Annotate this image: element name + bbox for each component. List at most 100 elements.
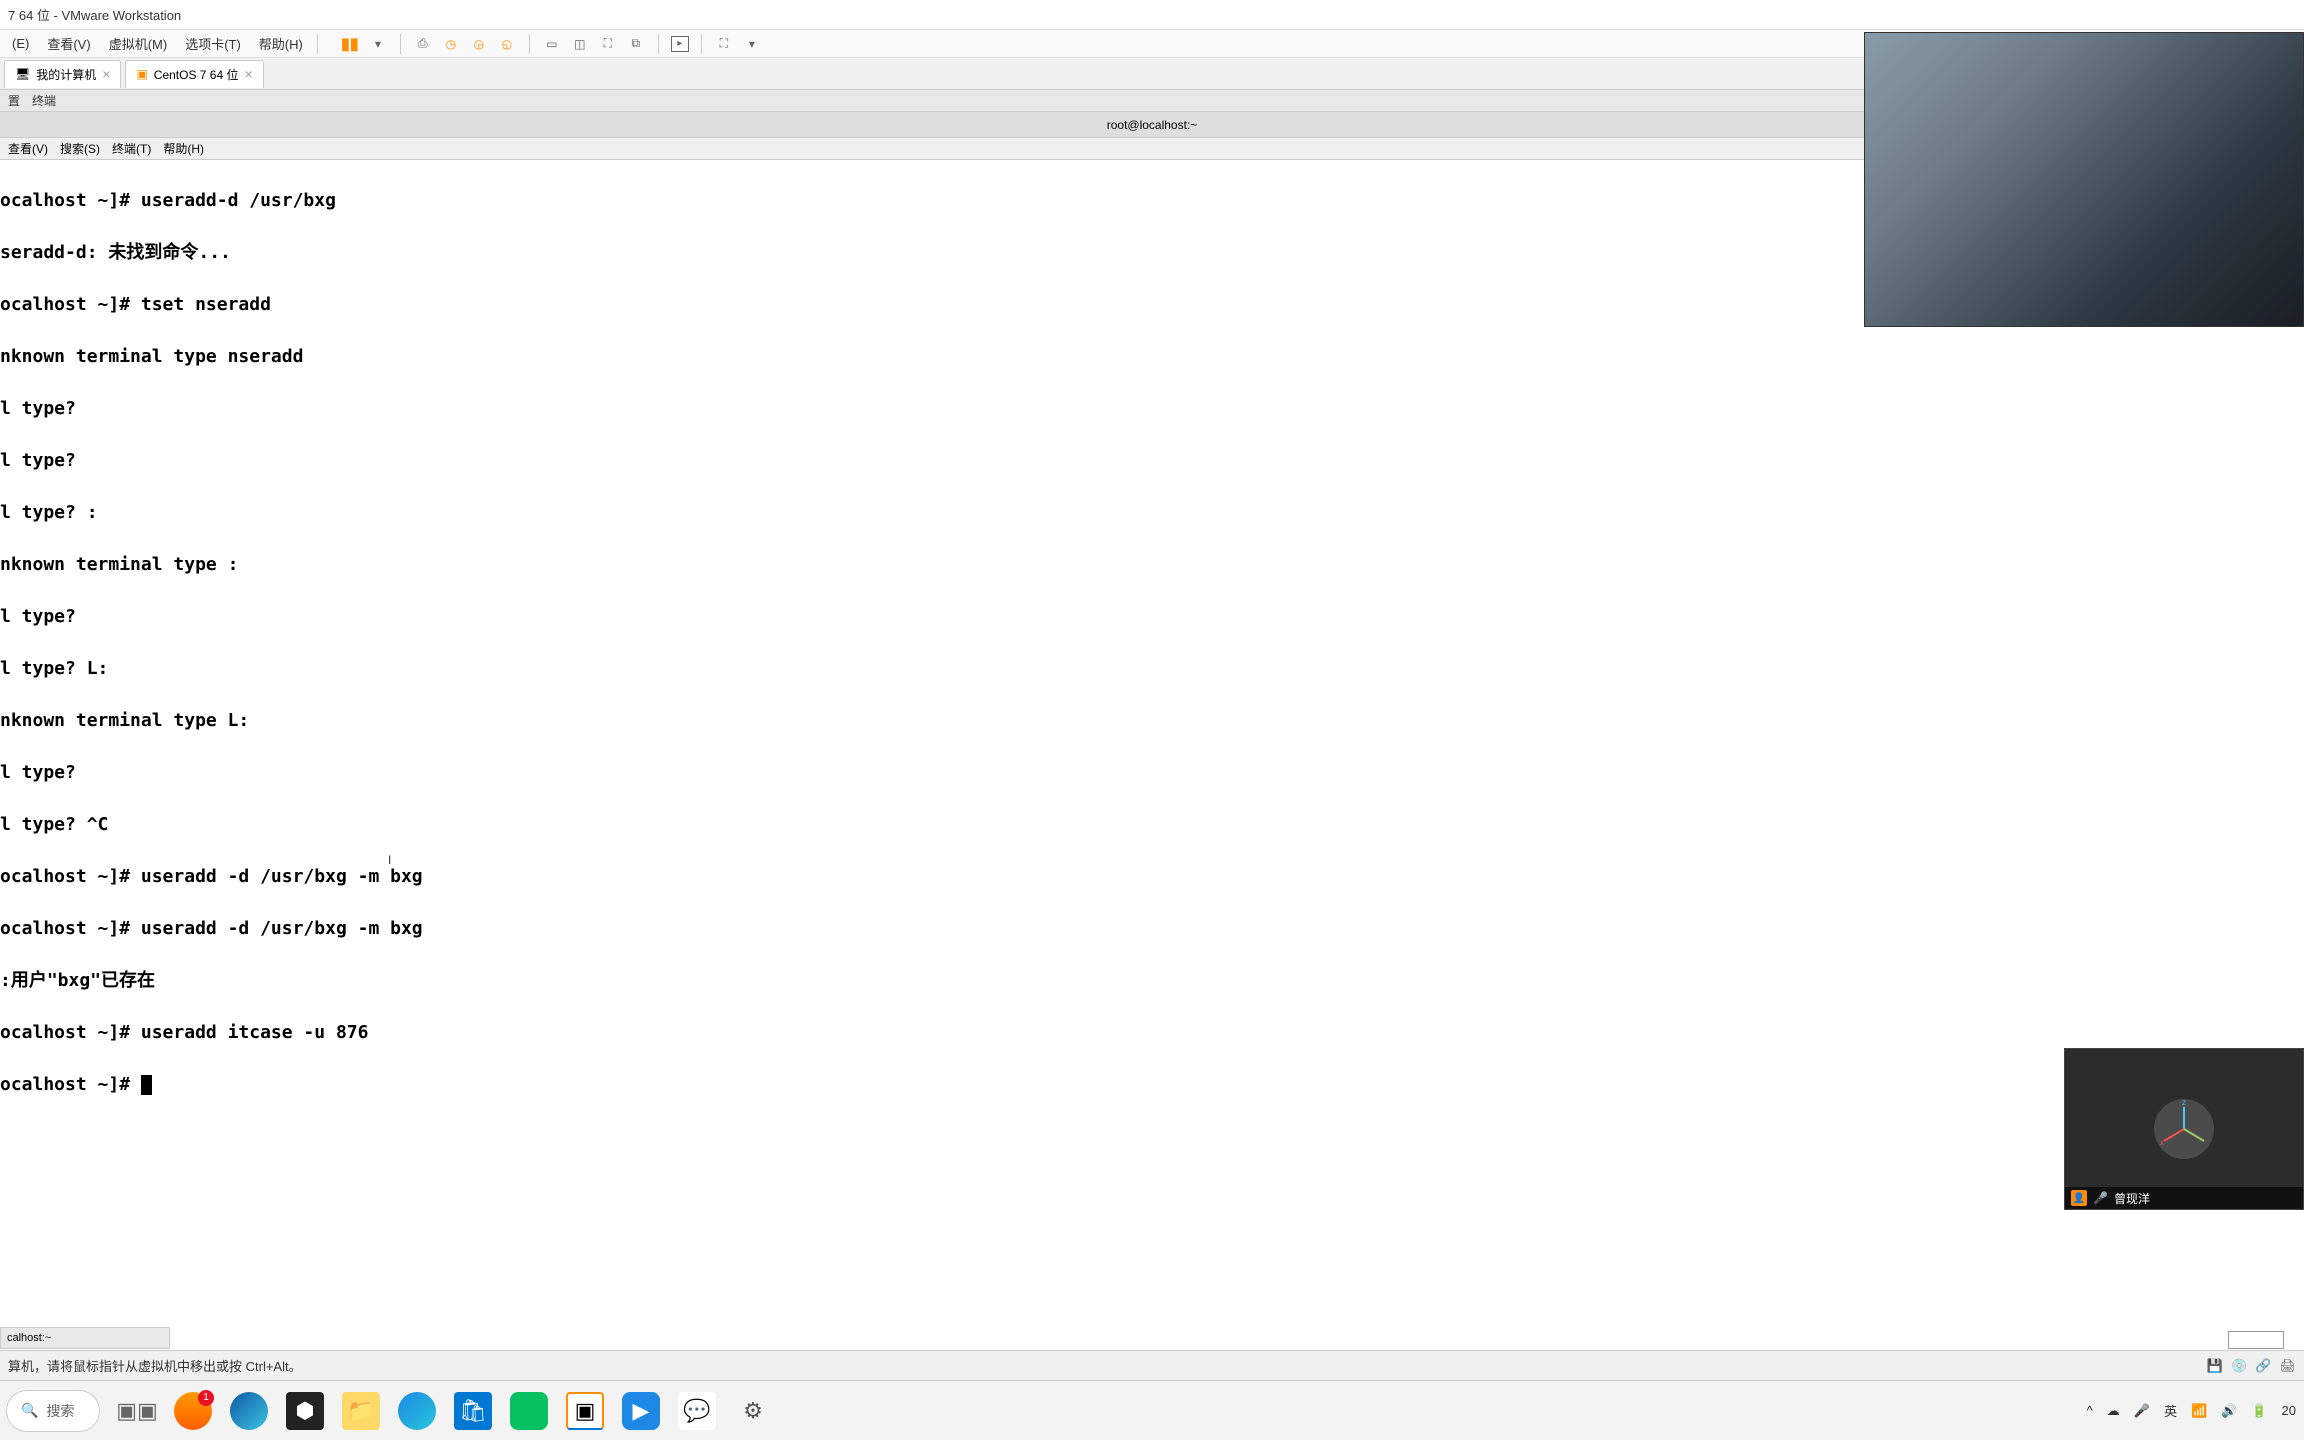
statusbar: 算机，请将鼠标指针从虚拟机中移出或按 Ctrl+Alt。 💾 💿 🔗 🖨 <box>0 1350 2304 1380</box>
term-menu-view[interactable]: 查看(V) <box>8 140 48 157</box>
close-icon[interactable]: × <box>245 66 253 82</box>
battery-icon[interactable]: 🔋 <box>2251 1403 2267 1419</box>
taskbar: 🔍 搜索 ▣▣ ⬢ 📁 🛍 ▣ ▶ 💬 ⚙ ^ ☁ 🎤 英 📶 🔊 🔋 20 <box>0 1380 2304 1440</box>
dropdown-icon[interactable]: ▾ <box>368 34 388 54</box>
svg-text:x: x <box>2160 1138 2164 1147</box>
meeting-icon[interactable]: ▶ <box>622 1392 660 1430</box>
printer-icon[interactable]: 🖨 <box>2279 1358 2296 1374</box>
term-menu-terminal[interactable]: 终端(T) <box>112 140 151 157</box>
view-exit-icon[interactable]: ⧉ <box>626 34 646 54</box>
terminal-line: l type? <box>0 448 2304 474</box>
menu-tabs[interactable]: 选项卡(T) <box>177 30 249 57</box>
terminal-line: nknown terminal type : <box>0 552 2304 578</box>
onedrive-icon[interactable]: ☁ <box>2107 1403 2120 1419</box>
search-placeholder: 搜索 <box>46 1401 74 1421</box>
view-unity-icon[interactable]: ⛶ <box>598 34 618 54</box>
axis-widget-icon: z x <box>2154 1099 2214 1159</box>
taskbar-apps: ▣▣ ⬢ 📁 🛍 ▣ ▶ 💬 ⚙ <box>118 1392 772 1430</box>
terminal-line: :用户"bxg"已存在 <box>0 968 2304 994</box>
view-single-icon[interactable]: ▭ <box>542 34 562 54</box>
separator <box>529 34 530 54</box>
svg-text:z: z <box>2182 1099 2186 1107</box>
pause-icon[interactable]: ▮▮ <box>340 34 360 54</box>
edge-icon[interactable] <box>230 1392 268 1430</box>
terminal-line: ocalhost ~]# useradd -d /usr/bxg -m bxg <box>0 864 2304 890</box>
tab-label: CentOS 7 64 位 <box>154 66 239 83</box>
window-titlebar: 7 64 位 - VMware Workstation <box>0 0 2304 30</box>
terminal-line: l type? <box>0 760 2304 786</box>
menu-edit[interactable]: (E) <box>4 32 37 55</box>
ime-indicator[interactable]: 英 <box>2164 1401 2177 1420</box>
terminal-line: nknown terminal type L: <box>0 708 2304 734</box>
terminal-line: l type? <box>0 396 2304 422</box>
search-box[interactable]: 🔍 搜索 <box>6 1390 100 1432</box>
settings-icon[interactable]: ⚙ <box>734 1392 772 1430</box>
submenu-item[interactable]: 终端 <box>32 92 56 109</box>
edge-dev-icon[interactable] <box>398 1392 436 1430</box>
close-icon[interactable]: × <box>102 66 110 82</box>
send-icon[interactable]: ⎙ <box>413 34 433 54</box>
terminal-line: ocalhost ~]# <box>0 1072 2304 1098</box>
search-icon: 🔍 <box>21 1402 38 1419</box>
toolbar: ▮▮ ▾ ⎙ ◷ ◶ ◵ ▭ ◫ ⛶ ⧉ ▸ ⛶ ▾ <box>340 34 762 54</box>
submenu-item[interactable]: 置 <box>8 92 20 109</box>
tab-home[interactable]: 🖥 我的计算机 × <box>4 60 121 88</box>
app-icon[interactable] <box>174 1392 212 1430</box>
revert-icon[interactable]: ◵ <box>497 34 517 54</box>
dropdown-icon[interactable]: ▾ <box>742 34 762 54</box>
terminal-cursor <box>141 1075 152 1095</box>
monitor-icon: 🖥 <box>15 67 30 81</box>
vmware-icon[interactable]: ▣ <box>566 1392 604 1430</box>
console-icon[interactable]: ▸ <box>671 36 689 52</box>
tab-vm[interactable]: ▣ CentOS 7 64 位 × <box>125 60 263 88</box>
separator <box>400 34 401 54</box>
terminal-line: l type? ^C <box>0 812 2304 838</box>
volume-icon[interactable]: 🔊 <box>2221 1403 2237 1419</box>
wifi-icon[interactable]: 📶 <box>2191 1403 2207 1419</box>
menu-view[interactable]: 查看(V) <box>39 30 98 57</box>
view-split-icon[interactable]: ◫ <box>570 34 590 54</box>
cd-icon[interactable]: 💿 <box>2231 1358 2247 1374</box>
bottom-tab-label: calhost:~ <box>7 1332 51 1344</box>
bottom-tab[interactable]: calhost:~ <box>0 1327 170 1349</box>
terminal-title-text: root@localhost:~ <box>1107 118 1198 132</box>
menu-help[interactable]: 帮助(H) <box>251 30 311 57</box>
terminal-line: nknown terminal type nseradd <box>0 344 2304 370</box>
terminal-line: l type? : <box>0 500 2304 526</box>
mic-icon[interactable]: 🎤 <box>2134 1403 2150 1419</box>
mic-icon: 🎤 <box>2093 1191 2108 1205</box>
vm-icon: ▣ <box>136 67 147 81</box>
fullscreen-icon[interactable]: ⛶ <box>714 34 734 54</box>
terminal-line: ocalhost ~]# useradd itcase -u 876 <box>0 1020 2304 1046</box>
app-icon[interactable]: ⬢ <box>286 1392 324 1430</box>
text-cursor-icon: I <box>388 853 390 871</box>
store-icon[interactable]: 🛍 <box>454 1392 492 1430</box>
separator <box>701 34 702 54</box>
wechat-icon[interactable] <box>510 1392 548 1430</box>
explorer-icon[interactable]: 📁 <box>342 1392 380 1430</box>
participant-badge: 👤 🎤 曾现洋 <box>2065 1187 2303 1209</box>
network-icon[interactable]: 🔗 <box>2255 1358 2271 1374</box>
term-menu-help[interactable]: 帮助(H) <box>163 140 204 157</box>
task-view-icon[interactable]: ▣▣ <box>118 1392 156 1430</box>
status-hint: 算机，请将鼠标指针从虚拟机中移出或按 Ctrl+Alt。 <box>8 1356 302 1375</box>
terminal-line: ocalhost ~]# useradd -d /usr/bxg -m bxg <box>0 916 2304 942</box>
separator <box>317 34 318 54</box>
system-tray: ^ ☁ 🎤 英 📶 🔊 🔋 20 <box>2087 1401 2296 1420</box>
clock-icon[interactable]: ◷ <box>441 34 461 54</box>
participant-panel: z x 👤 🎤 曾现洋 <box>2064 1048 2304 1210</box>
disk-icon[interactable]: 💾 <box>2207 1358 2223 1374</box>
status-device-icons: 💾 💿 🔗 🖨 <box>2207 1358 2296 1374</box>
snapshot-icon[interactable]: ◶ <box>469 34 489 54</box>
webcam-overlay <box>1864 32 2304 327</box>
terminal-line: l type? L: <box>0 656 2304 682</box>
time-text[interactable]: 20 <box>2282 1403 2296 1418</box>
tab-label: 我的计算机 <box>36 66 96 83</box>
participant-name: 曾现洋 <box>2114 1190 2150 1207</box>
terminal-line: l type? <box>0 604 2304 630</box>
menu-vm[interactable]: 虚拟机(M) <box>101 30 176 57</box>
wechat-work-icon[interactable]: 💬 <box>678 1392 716 1430</box>
status-indicator-box <box>2228 1331 2284 1349</box>
term-menu-search[interactable]: 搜索(S) <box>60 140 100 157</box>
chevron-up-icon[interactable]: ^ <box>2087 1403 2093 1418</box>
